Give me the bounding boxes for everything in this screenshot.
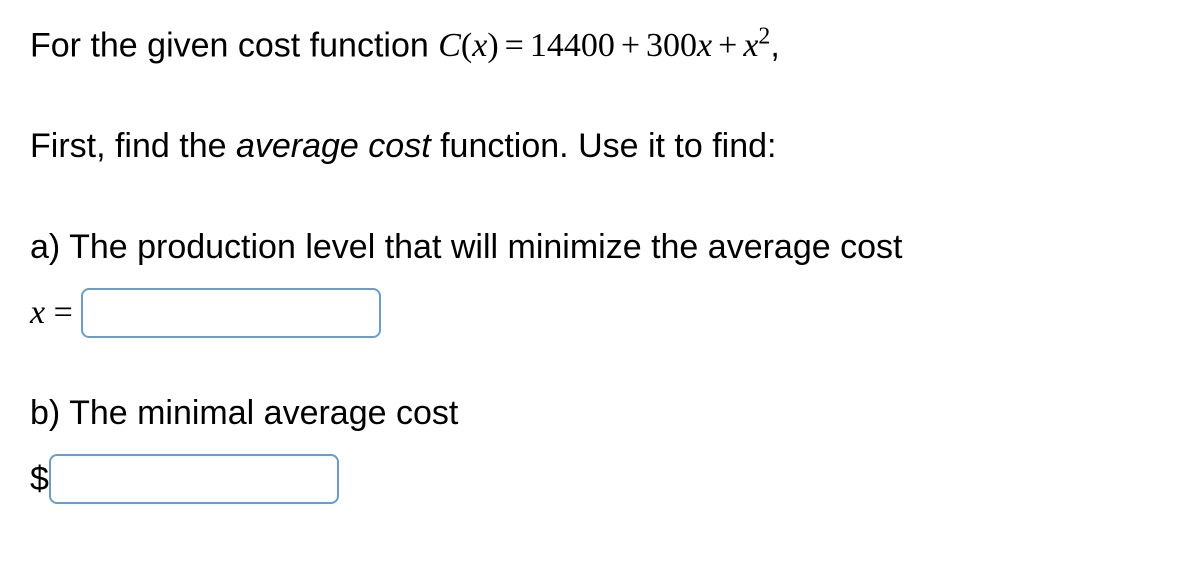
coefficient-1: 300 [646, 27, 697, 64]
instruction-part1: First, find the [30, 127, 236, 165]
plus-op-2: + [712, 27, 743, 64]
function-name: C [438, 27, 461, 64]
part-b-answer-row: $ [30, 454, 1170, 504]
label-x: x [30, 294, 45, 331]
dollar-sign: $ [30, 460, 49, 499]
part-a-label: a) The production level that will minimi… [30, 222, 1170, 273]
problem-intro: For the given cost function C(x)=14400+3… [30, 20, 1170, 71]
part-a-var-label: x = [30, 294, 73, 332]
variable-x-linear: x [697, 27, 712, 64]
exponent-2: 2 [758, 24, 770, 50]
open-paren: ( [461, 27, 472, 64]
cost-function-expression: C(x)=14400+300x+x2 [438, 27, 770, 64]
instruction-italic: average cost [236, 127, 431, 165]
part-b-label: b) The minimal average cost [30, 388, 1170, 439]
intro-suffix: , [770, 26, 779, 64]
intro-prefix: For the given cost function [30, 26, 438, 64]
instruction-part2: function. Use it to find: [431, 127, 777, 165]
variable-x: x [472, 27, 487, 64]
plus-op-1: + [615, 27, 646, 64]
close-paren: ) [487, 27, 498, 64]
label-eq: = [45, 294, 73, 331]
instruction-text: First, find the average cost function. U… [30, 121, 1170, 172]
equals-sign: = [499, 27, 530, 64]
constant-term: 14400 [530, 27, 615, 64]
part-b-input[interactable] [49, 454, 339, 504]
part-a-answer-row: x = [30, 288, 1170, 338]
part-a-input[interactable] [81, 288, 381, 338]
variable-x-squared: x [743, 27, 758, 64]
